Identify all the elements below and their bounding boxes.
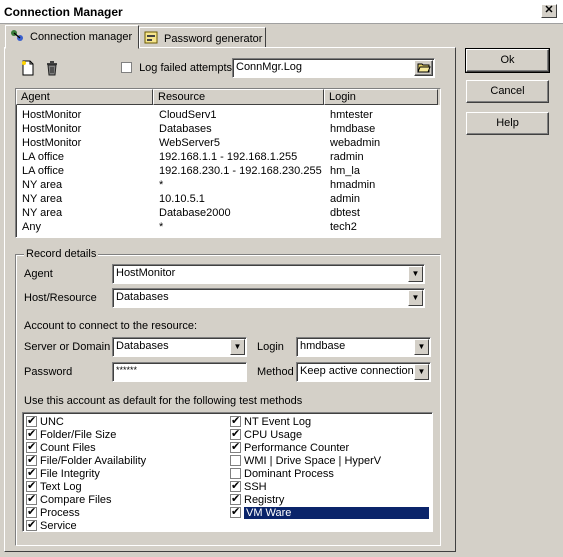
method-dominant-process[interactable]: Dominant Process	[230, 468, 334, 481]
checkbox-icon	[26, 492, 37, 505]
chevron-down-icon[interactable]: ▼	[230, 339, 245, 355]
log-failed-checkbox[interactable]: Log failed attempts	[121, 62, 232, 74]
password-value: ******	[116, 365, 138, 375]
new-record-button[interactable]	[20, 60, 36, 76]
method-value: Keep active connection	[300, 365, 414, 377]
method-cpu-usage[interactable]: CPU Usage	[230, 427, 302, 442]
checkbox-icon	[26, 479, 37, 492]
test-methods-list[interactable]: UNC Folder/File Size Count Files File/Fo…	[22, 412, 433, 532]
accounts-list[interactable]: Agent Resource Login HostMonitor CloudSer…	[15, 88, 441, 238]
browse-button[interactable]	[414, 60, 433, 76]
method-label: Method	[257, 366, 294, 378]
method-count-files[interactable]: Count Files	[26, 440, 96, 455]
method-vm-ware[interactable]: VM Ware	[230, 505, 430, 520]
chevron-down-icon[interactable]: ▼	[414, 364, 429, 380]
delete-record-button[interactable]	[44, 60, 60, 76]
checkbox-icon	[26, 518, 37, 531]
new-file-icon	[22, 60, 34, 76]
trash-icon	[47, 61, 57, 76]
checkbox-icon	[230, 479, 241, 492]
password-field[interactable]: ******	[112, 362, 247, 382]
method-performance-counter[interactable]: Performance Counter	[230, 440, 349, 455]
chevron-down-icon[interactable]: ▼	[414, 339, 429, 355]
method-compare-files[interactable]: Compare Files	[26, 492, 112, 507]
cancel-button[interactable]: Cancel	[466, 80, 549, 103]
column-agent[interactable]: Agent	[16, 89, 153, 105]
checkbox-icon	[230, 414, 241, 427]
tab-label: Password generator	[164, 33, 263, 45]
log-failed-label: Log failed attempts	[139, 62, 233, 74]
method-select[interactable]: Keep active connection ▼	[296, 362, 431, 382]
account-label: Account to connect to the resource:	[24, 320, 198, 332]
checkbox-icon	[230, 468, 241, 479]
checkbox-icon	[26, 427, 37, 440]
checkbox-icon	[26, 505, 37, 518]
method-file-integrity[interactable]: File Integrity	[26, 466, 100, 481]
tab-connection-manager[interactable]: Connection manager	[5, 25, 139, 49]
password-generator-icon	[144, 31, 158, 44]
host-resource-label: Host/Resource	[24, 292, 97, 304]
server-domain-value: Databases	[116, 340, 169, 352]
server-domain-label: Server or Domain	[24, 341, 111, 353]
checkbox-box	[121, 62, 132, 73]
checkbox-icon	[26, 453, 37, 466]
checkbox-icon	[230, 492, 241, 505]
server-domain-select[interactable]: Databases ▼	[112, 337, 247, 357]
method-nt-event-log[interactable]: NT Event Log	[230, 414, 311, 429]
list-header: Agent Resource Login	[16, 89, 440, 105]
close-icon: ✕	[544, 4, 554, 16]
agent-label: Agent	[24, 268, 53, 280]
checkbox-icon	[26, 440, 37, 453]
record-details-label: Record details	[24, 248, 99, 260]
tab-password-generator[interactable]: Password generator	[139, 27, 266, 48]
host-resource-select[interactable]: Databases ▼	[112, 288, 425, 308]
checkbox-icon	[26, 414, 37, 427]
agent-value: HostMonitor	[116, 267, 176, 279]
checkbox-icon	[230, 440, 241, 453]
log-file-value: ConnMgr.Log	[236, 61, 303, 73]
checkbox-icon	[230, 505, 241, 518]
login-label: Login	[257, 341, 284, 353]
ok-button[interactable]: Ok	[465, 48, 550, 73]
checkbox-icon	[230, 455, 241, 466]
folder-open-icon	[416, 63, 431, 73]
method-folder-file-size[interactable]: Folder/File Size	[26, 427, 116, 442]
method-wmi[interactable]: WMI | Drive Space | HyperV	[230, 455, 381, 468]
login-select[interactable]: hmdbase ▼	[296, 337, 431, 357]
agent-select[interactable]: HostMonitor ▼	[112, 264, 425, 284]
login-value: hmdbase	[300, 340, 346, 352]
host-resource-value: Databases	[116, 291, 169, 303]
column-resource[interactable]: Resource	[153, 89, 324, 105]
tab-label: Connection manager	[30, 31, 133, 43]
password-label: Password	[24, 366, 73, 378]
chevron-down-icon[interactable]: ▼	[408, 290, 423, 306]
help-button[interactable]: Help	[466, 112, 549, 135]
log-file-input[interactable]: ConnMgr.Log	[232, 58, 435, 78]
column-login[interactable]: Login	[324, 89, 438, 105]
close-button[interactable]: ✕	[541, 4, 557, 18]
checkbox-icon	[230, 427, 241, 440]
checkbox-icon	[26, 466, 37, 479]
title-bar: Connection Manager ✕	[0, 0, 563, 24]
window-title: Connection Manager	[4, 5, 123, 19]
chevron-down-icon[interactable]: ▼	[408, 266, 423, 282]
connections-icon	[11, 30, 23, 41]
method-file-folder-availability[interactable]: File/Folder Availability	[26, 453, 146, 468]
method-service[interactable]: Service	[26, 518, 77, 531]
test-methods-label: Use this account as default for the foll…	[24, 395, 303, 407]
